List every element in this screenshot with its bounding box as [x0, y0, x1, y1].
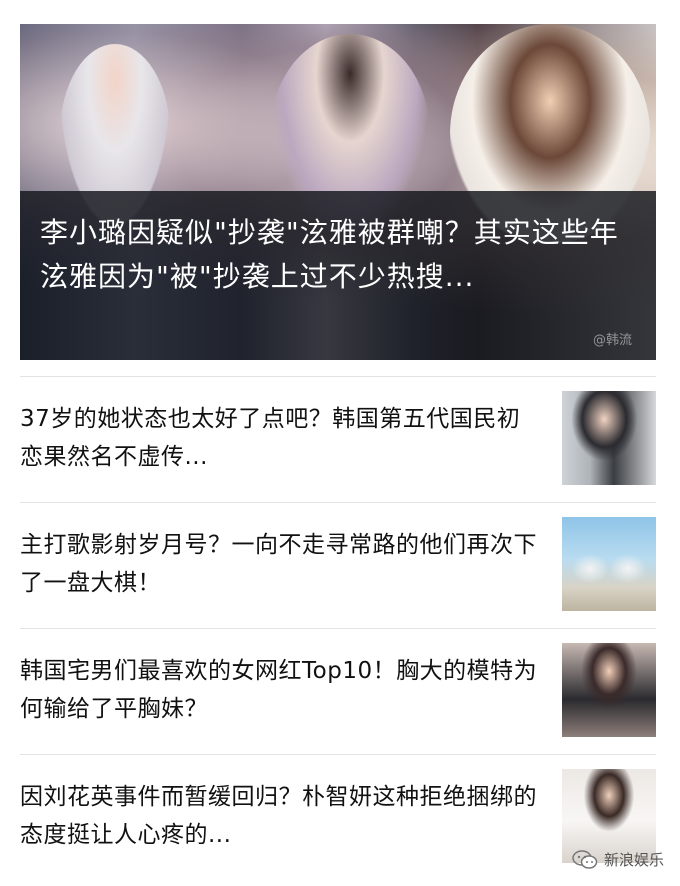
divider	[20, 628, 656, 629]
featured-article[interactable]: 李小璐因疑似"抄袭"泫雅被群嘲？其实这些年泫雅因为"被"抄袭上过不少热搜... …	[20, 24, 656, 360]
article-title[interactable]: 主打歌影射岁月号？一向不走寻常路的他们再次下了一盘大棋！	[20, 526, 540, 602]
article-title[interactable]: 韩国宅男们最喜欢的女网红Top10！胸大的模特为何输给了平胸妹？	[20, 652, 540, 728]
featured-title[interactable]: 李小璐因疑似"抄袭"泫雅被群嘲？其实这些年泫雅因为"被"抄袭上过不少热搜...	[40, 211, 640, 299]
divider	[20, 754, 656, 755]
source-label: 新浪娱乐	[603, 851, 664, 869]
article-title[interactable]: 因刘花英事件而暂缓回归？朴智妍这种拒绝捆绑的态度挺让人心疼的...	[20, 778, 540, 854]
image-watermark: @韩流	[592, 333, 632, 348]
article-thumbnail[interactable]	[562, 391, 656, 485]
article-thumbnail[interactable]	[562, 643, 656, 737]
divider	[20, 376, 656, 377]
source-watermark: 新浪娱乐	[572, 849, 664, 870]
divider	[20, 502, 656, 503]
article-thumbnail[interactable]	[562, 517, 656, 611]
wechat-icon	[572, 849, 598, 870]
article-title[interactable]: 37岁的她状态也太好了点吧？韩国第五代国民初恋果然名不虚传...	[20, 400, 540, 476]
